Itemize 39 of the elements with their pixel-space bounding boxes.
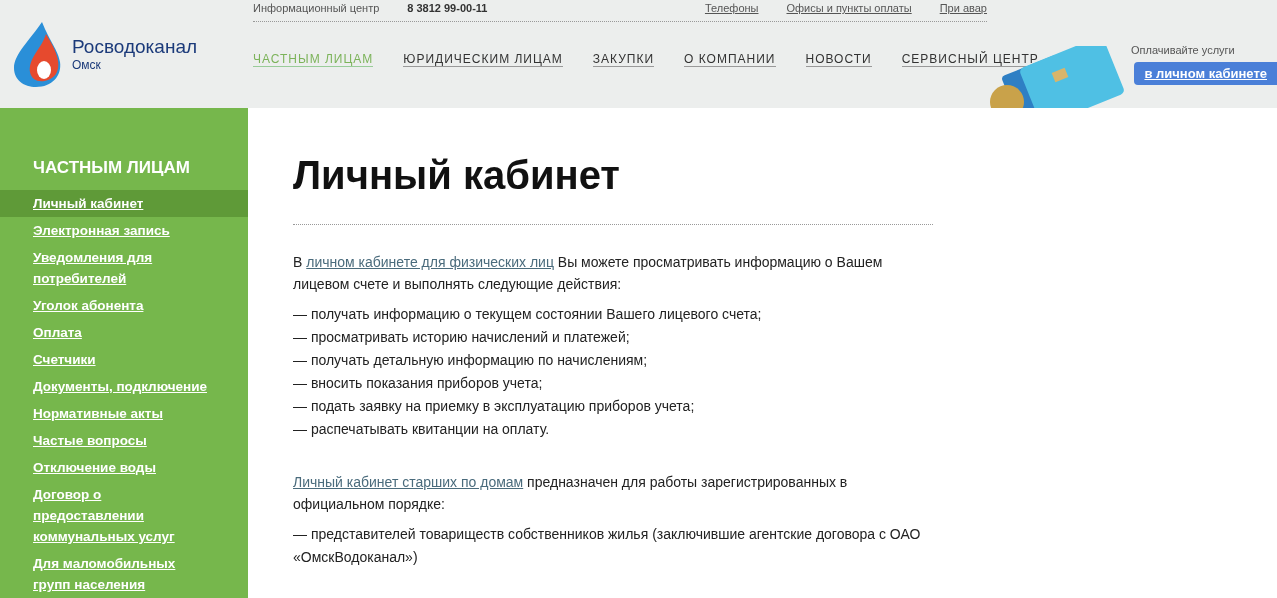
logo-name: Росводоканал	[72, 36, 198, 58]
text-link[interactable]: личном кабинете для физических лиц	[306, 254, 554, 270]
top-link[interactable]: Телефоны	[704, 2, 759, 15]
sidebar-link[interactable]: Электронная запись	[0, 217, 248, 244]
nav-link[interactable]: ЧАСТНЫМ ЛИЦАМ	[253, 52, 374, 67]
sidebar-link[interactable]: Нормативные акты	[0, 400, 248, 427]
account-button[interactable]: в личном кабинете	[1134, 62, 1277, 85]
sidebar-link[interactable]: Договор о предоставлении коммунальных услуг	[0, 481, 248, 550]
top-link[interactable]: При авар	[939, 2, 987, 15]
paragraph: В личном кабинете для физических лиц Вы можете просматривать информацию о Вашем лицевом счете и выполнять следующие действия:	[293, 253, 884, 294]
list-item: — распечатывать квитанции на оплату.	[293, 420, 551, 439]
sidebar-link[interactable]: Частые вопросы	[0, 427, 248, 454]
info-label: Информационный центр	[253, 2, 380, 15]
nav-link[interactable]: О КОМПАНИИ	[684, 52, 776, 67]
nav-link[interactable]: ЗАКУПКИ	[592, 52, 655, 67]
list-item: — получать детальную информацию по начислениям;	[293, 351, 649, 370]
list-item: — вносить показания приборов учета;	[293, 374, 544, 393]
payment-caption: Оплачивайте услуги	[1131, 44, 1235, 56]
sidebar-link[interactable]: Личный кабинет	[0, 190, 248, 217]
sidebar-link[interactable]: Отключение воды	[0, 454, 248, 481]
sidebar-link[interactable]: Уголок абонента	[0, 292, 248, 319]
sidebar-link[interactable]: Документы, подключение	[0, 373, 248, 400]
phone-number: 8 3812 99-00-11	[407, 2, 488, 15]
sidebar-link[interactable]: Счетчики	[0, 346, 248, 373]
top-link[interactable]: Офисы и пункты оплаты	[786, 2, 912, 15]
nav-link[interactable]: НОВОСТИ	[805, 52, 872, 67]
sidebar-title: ЧАСТНЫМ ЛИЦАМ	[32, 158, 191, 178]
list-item: — представителей товариществ собственников жилья (заключившие агентские договора с ОАО «ОмскВодоканал»)	[293, 525, 922, 567]
sidebar-link[interactable]: Уведомления для потребителей	[0, 244, 248, 292]
page-title: Личный кабинет	[293, 153, 933, 225]
logo-city: Омск	[72, 58, 102, 72]
list-item: — получать информацию о текущем состоянии Вашего лицевого счета;	[293, 305, 763, 324]
list-item: — просматривать историю начислений и платежей;	[293, 328, 631, 347]
paragraph: Личный кабинет старших по домам предназначен для работы зарегистрированных в официальном порядке:	[293, 473, 849, 514]
list-item: — подать заявку на приемку в эксплуатацию приборов учета;	[293, 397, 696, 416]
text-link[interactable]: Личный кабинет старших по домам	[293, 474, 524, 490]
sidebar-link[interactable]: Для маломобильных групп населения	[0, 550, 248, 598]
nav-link[interactable]: ЮРИДИЧЕСКИМ ЛИЦАМ	[403, 52, 563, 67]
sidebar-link[interactable]: Оплата	[0, 319, 248, 346]
